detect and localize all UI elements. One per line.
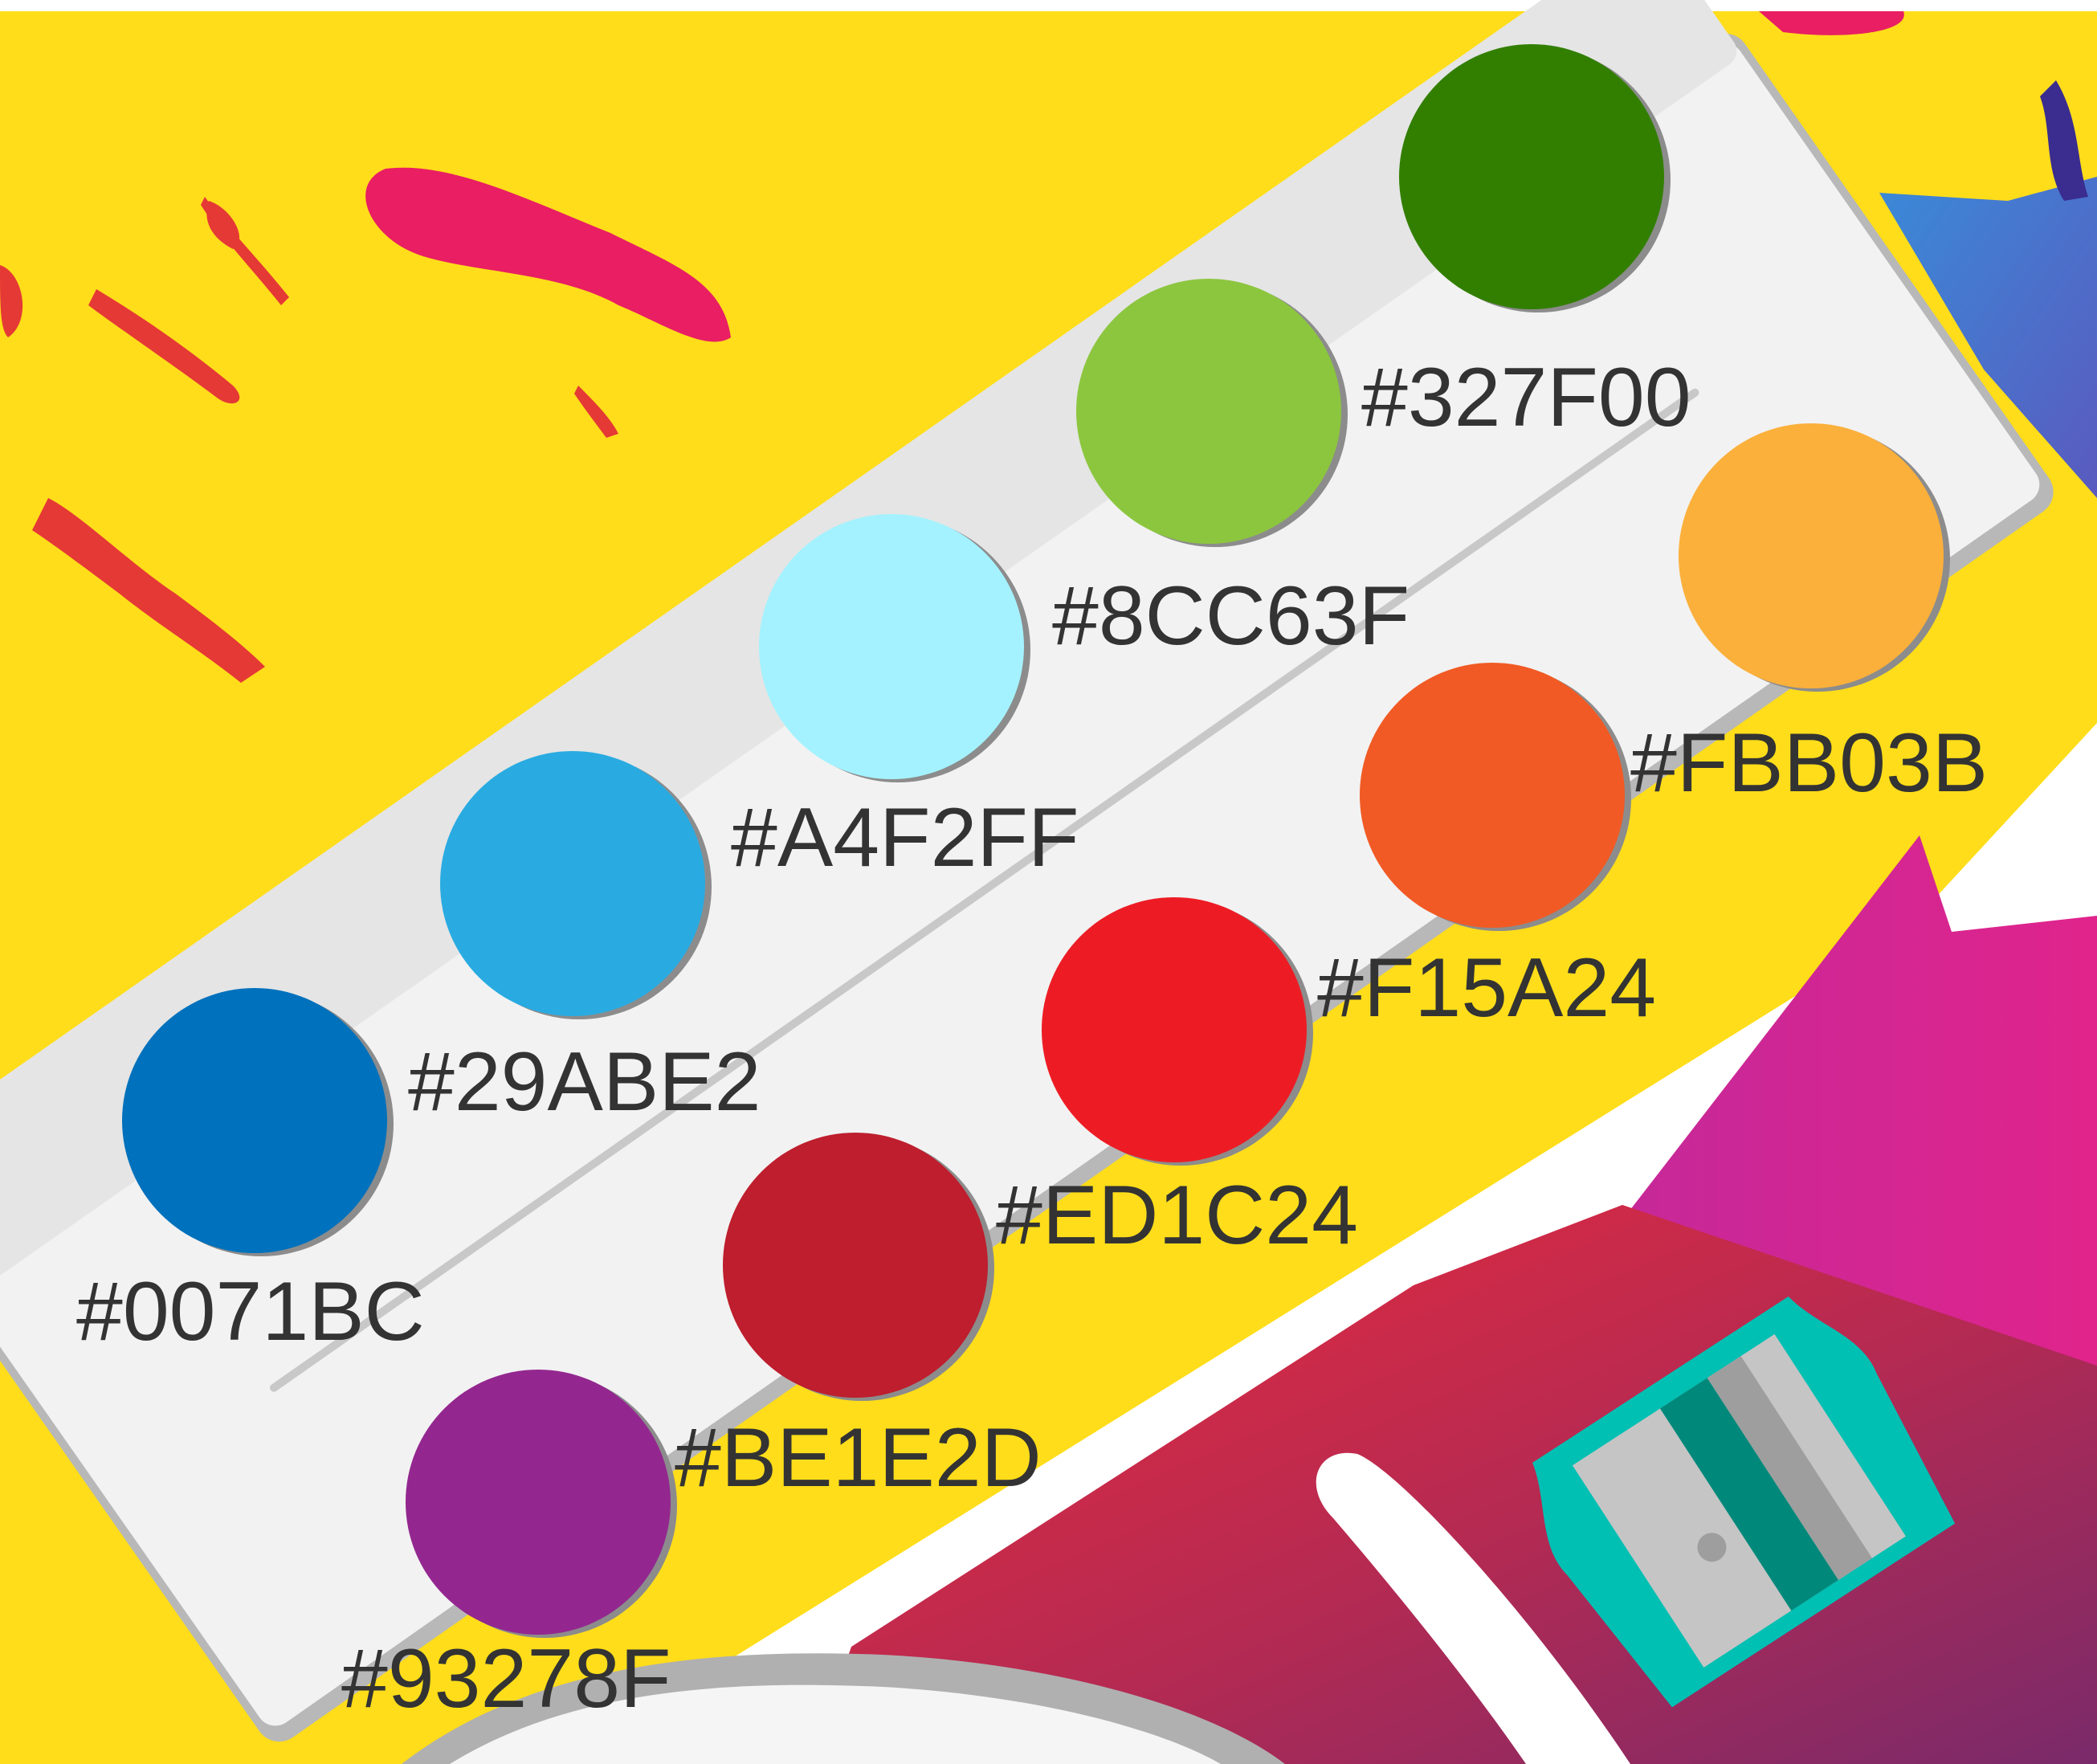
swatch-label-0071bc: #0071BC	[76, 1265, 425, 1358]
paint-swatch-fbb03b[interactable]	[1679, 423, 1944, 688]
illustration-canvas: #327F00 #8CC63F #A4F2FF #29ABE2 #0071BC #FBB0…	[0, 0, 2097, 1764]
paint-swatch-f15a24[interactable]	[1360, 663, 1625, 928]
swatch-label-327f00: #327F00	[1361, 351, 1691, 444]
swatch-label-be1e2d: #BE1E2D	[675, 1411, 1042, 1505]
paint-swatch-29abe2[interactable]	[440, 751, 705, 1016]
swatch-label-93278f: #93278F	[341, 1632, 671, 1725]
paint-swatch-a4f2ff[interactable]	[759, 514, 1024, 779]
paint-swatch-0071bc[interactable]	[122, 988, 387, 1253]
swatch-label-ed1c24: #ED1C24	[996, 1169, 1358, 1262]
paint-swatch-93278f[interactable]	[406, 1370, 671, 1635]
paint-swatch-be1e2d[interactable]	[723, 1133, 988, 1398]
swatch-label-fbb03b: #FBB03B	[1630, 717, 1988, 810]
swatch-label-29abe2: #29ABE2	[408, 1035, 761, 1129]
paint-swatch-ed1c24[interactable]	[1042, 897, 1307, 1162]
paint-swatch-8cc63f[interactable]	[1076, 279, 1341, 544]
watercolor-palette-illustration: #327F00 #8CC63F #A4F2FF #29ABE2 #0071BC #FBB0…	[0, 0, 2097, 1764]
swatch-label-f15a24: #F15A24	[1317, 941, 1656, 1035]
paint-swatch-327f00[interactable]	[1399, 44, 1664, 309]
swatch-label-a4f2ff: #A4F2FF	[731, 791, 1079, 884]
swatch-label-8cc63f: #8CC63F	[1052, 570, 1410, 663]
